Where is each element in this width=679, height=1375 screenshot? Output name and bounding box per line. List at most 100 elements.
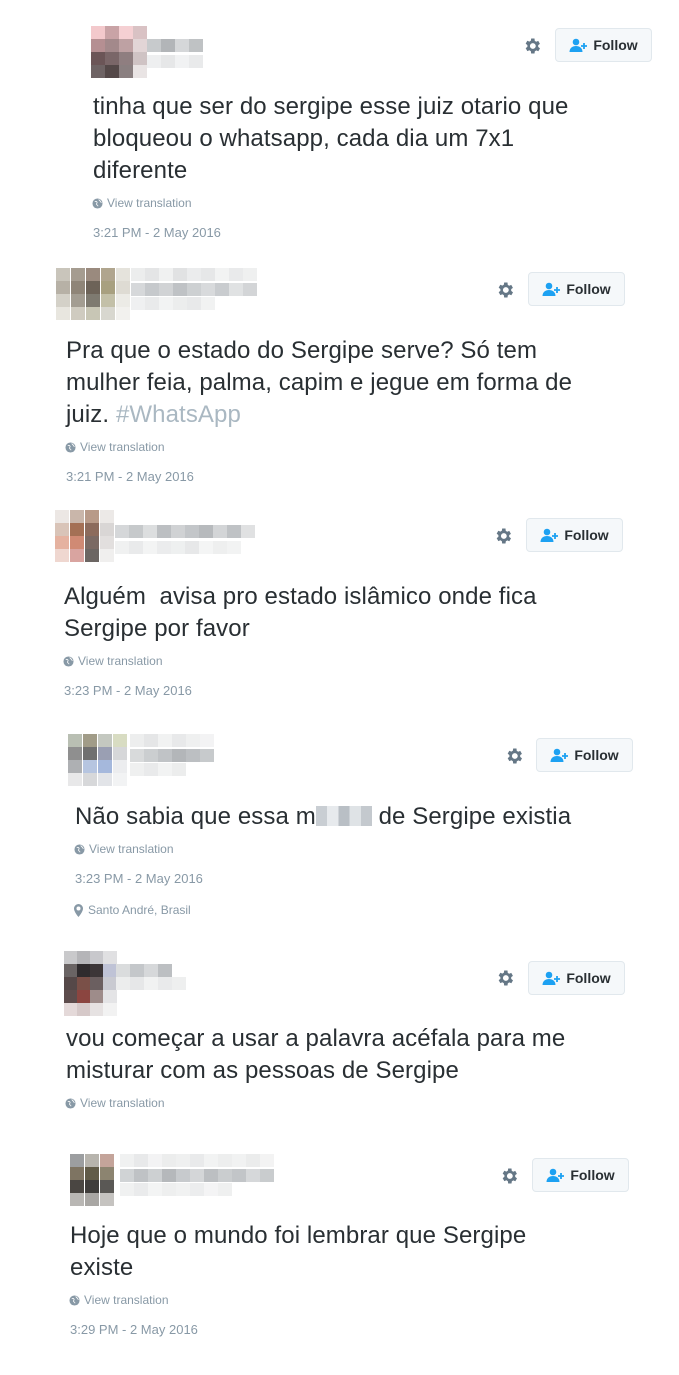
author-handle-blurred[interactable] bbox=[116, 977, 186, 990]
tweet-text: Pra que o estado do Sergipe serve? Só te… bbox=[66, 335, 572, 431]
add-user-icon bbox=[542, 282, 561, 296]
avatar[interactable] bbox=[70, 1154, 115, 1206]
globe-icon bbox=[74, 843, 85, 855]
tweet-timestamp[interactable]: 3:23 PM - 2 May 2016 bbox=[75, 871, 203, 886]
view-translation-link[interactable]: View translation bbox=[65, 440, 165, 454]
gear-icon[interactable] bbox=[493, 526, 513, 546]
view-translation-label: View translation bbox=[84, 1293, 169, 1307]
author-meta-blurred[interactable] bbox=[131, 297, 215, 310]
tweet-text-line: vou começar a usar a palavra acéfala par… bbox=[66, 1025, 566, 1052]
follow-label: Follow bbox=[566, 281, 611, 297]
tweet-text: Não sabia que essa m de Sergipe existia bbox=[75, 801, 571, 833]
follow-button[interactable]: Follow bbox=[536, 738, 633, 772]
tweet-text-line: misturar com as pessoas de Sergipe bbox=[66, 1057, 459, 1084]
view-translation-link[interactable]: View translation bbox=[92, 196, 192, 210]
view-translation-link[interactable]: View translation bbox=[63, 654, 163, 668]
author-meta-blurred[interactable] bbox=[120, 1183, 232, 1196]
follow-button[interactable]: Follow bbox=[532, 1158, 629, 1192]
tweet-text-fragment: Não sabia que essa m bbox=[75, 803, 316, 830]
author-handle-blurred[interactable] bbox=[120, 1169, 274, 1182]
author-handle-blurred[interactable] bbox=[130, 749, 214, 762]
follow-button[interactable]: Follow bbox=[526, 518, 623, 552]
tweet-text-fragment: de Sergipe existia bbox=[371, 803, 572, 830]
view-translation-label: View translation bbox=[80, 440, 165, 454]
author-name-blurred[interactable] bbox=[115, 525, 255, 538]
tweet-text-line: mulher feia, palma, capim e jegue em for… bbox=[66, 369, 573, 396]
tweet-3: Follow Alguém avisa pro estado islâmico … bbox=[0, 500, 679, 715]
gear-icon[interactable] bbox=[504, 746, 524, 766]
tweet-text: Alguém avisa pro estado islâmico onde fi… bbox=[64, 581, 537, 645]
author-name-blurred[interactable] bbox=[130, 734, 214, 747]
tweet-text-line: juiz. #WhatsApp bbox=[66, 399, 572, 431]
globe-icon bbox=[69, 1294, 80, 1306]
avatar[interactable] bbox=[55, 510, 115, 562]
gear-icon[interactable] bbox=[495, 968, 515, 988]
globe-icon bbox=[65, 441, 76, 453]
view-translation-link[interactable]: View translation bbox=[65, 1096, 165, 1110]
follow-button[interactable]: Follow bbox=[528, 961, 625, 995]
tweet-text: vou começar a usar a palavra acéfala par… bbox=[66, 1023, 565, 1087]
avatar[interactable] bbox=[91, 26, 147, 78]
censored-word-blur bbox=[315, 806, 372, 826]
tweet-text: Hoje que o mundo foi lembrar que Sergipe… bbox=[70, 1220, 526, 1284]
gear-icon[interactable] bbox=[522, 36, 542, 56]
tweet-text: tinha que ser do sergipe esse juiz otari… bbox=[93, 91, 568, 187]
view-translation-label: View translation bbox=[107, 196, 192, 210]
author-handle-blurred[interactable] bbox=[147, 55, 203, 68]
author-name-blurred[interactable] bbox=[147, 39, 203, 52]
tweet-text-line: Alguém avisa pro estado islâmico onde fi… bbox=[64, 583, 537, 610]
gear-icon[interactable] bbox=[495, 280, 515, 300]
location-label: Santo André, Brasil bbox=[88, 903, 191, 917]
tweet-text-line: Sergipe por favor bbox=[64, 615, 250, 642]
tweet-text-fragment: juiz. bbox=[66, 401, 116, 428]
add-user-icon bbox=[542, 971, 561, 985]
avatar[interactable] bbox=[68, 734, 128, 786]
author-name-blurred[interactable] bbox=[116, 964, 172, 977]
tweet-1: Follow tinha que ser do sergipe esse jui… bbox=[0, 0, 679, 250]
globe-icon bbox=[63, 655, 74, 667]
follow-label: Follow bbox=[564, 527, 609, 543]
author-name-blurred[interactable] bbox=[131, 268, 257, 281]
tweet-location[interactable]: Santo André, Brasil bbox=[74, 903, 191, 917]
tweet-5: Follow vou começar a usar a palavra acéf… bbox=[0, 940, 679, 1140]
globe-icon bbox=[65, 1097, 76, 1109]
tweet-text-line: Hoje que o mundo foi lembrar que Sergipe bbox=[70, 1222, 527, 1249]
tweet-timestamp[interactable]: 3:21 PM - 2 May 2016 bbox=[66, 469, 194, 484]
add-user-icon bbox=[550, 748, 569, 762]
tweet-text-line: bloqueou o whatsapp, cada dia um 7x1 bbox=[93, 125, 515, 152]
tweet-timestamp[interactable]: 3:23 PM - 2 May 2016 bbox=[64, 683, 192, 698]
add-user-icon bbox=[569, 38, 588, 52]
follow-label: Follow bbox=[574, 747, 619, 763]
tweet-text-line: tinha que ser do sergipe esse juiz otari… bbox=[93, 93, 569, 120]
view-translation-label: View translation bbox=[78, 654, 163, 668]
gear-icon[interactable] bbox=[499, 1166, 519, 1186]
author-name-blurred[interactable] bbox=[120, 1154, 274, 1167]
location-pin-icon bbox=[74, 903, 83, 917]
view-translation-link[interactable]: View translation bbox=[69, 1293, 169, 1307]
hashtag-link[interactable]: #WhatsApp bbox=[116, 401, 241, 428]
add-user-icon bbox=[546, 1168, 565, 1182]
add-user-icon bbox=[540, 528, 559, 542]
tweet-text-line: existe bbox=[70, 1254, 134, 1281]
tweet-text-line: diferente bbox=[93, 157, 188, 184]
follow-label: Follow bbox=[593, 37, 638, 53]
follow-button[interactable]: Follow bbox=[555, 28, 652, 62]
tweet-timestamp[interactable]: 3:21 PM - 2 May 2016 bbox=[93, 225, 221, 240]
follow-label: Follow bbox=[566, 970, 611, 986]
tweet-text-line: Pra que o estado do Sergipe serve? Só te… bbox=[66, 337, 538, 364]
tweet-4: Follow Não sabia que essa m de Sergipe e… bbox=[0, 715, 679, 940]
globe-icon bbox=[92, 197, 103, 209]
avatar[interactable] bbox=[64, 951, 117, 1016]
author-meta-blurred[interactable] bbox=[130, 763, 186, 776]
author-handle-blurred[interactable] bbox=[131, 283, 257, 296]
view-translation-label: View translation bbox=[89, 842, 174, 856]
follow-label: Follow bbox=[570, 1167, 615, 1183]
tweet-timestamp[interactable]: 3:29 PM - 2 May 2016 bbox=[70, 1322, 198, 1337]
view-translation-link[interactable]: View translation bbox=[74, 842, 174, 856]
tweet-2: Follow Pra que o estado do Sergipe serve… bbox=[0, 250, 679, 500]
follow-button[interactable]: Follow bbox=[528, 272, 625, 306]
author-handle-blurred[interactable] bbox=[115, 541, 241, 554]
tweet-6: Follow Hoje que o mundo foi lembrar que … bbox=[0, 1140, 679, 1375]
view-translation-label: View translation bbox=[80, 1096, 165, 1110]
avatar[interactable] bbox=[56, 268, 131, 320]
